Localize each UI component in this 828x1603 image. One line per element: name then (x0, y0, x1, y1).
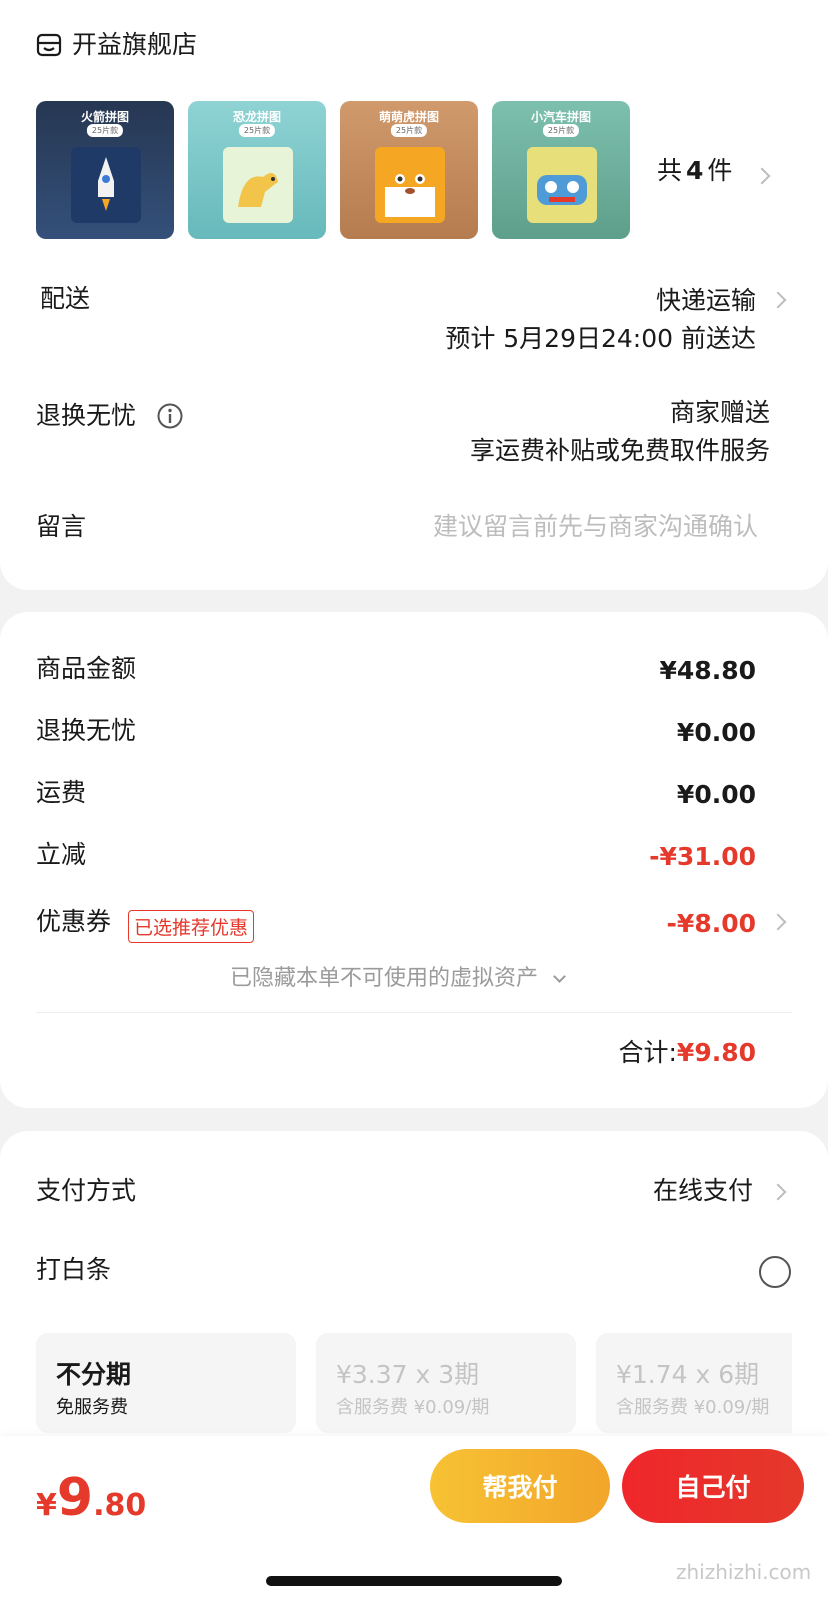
store-icon (36, 33, 62, 57)
product-sub: 25片款 (238, 124, 276, 137)
installment-6: ¥1.74 x 6期 含服务费 ¥0.09/期 (596, 1333, 792, 1433)
hidden-assets-note[interactable]: 已隐藏本单不可使用的虚拟资产 (230, 966, 566, 991)
baitiao-radio[interactable] (759, 1256, 791, 1288)
product-sub: 25片款 (390, 124, 428, 137)
footer-price-int: 9 (56, 1468, 94, 1528)
chevron-right-icon (753, 167, 771, 185)
car-box-image (527, 147, 597, 223)
footer-price: ¥9.80 (36, 1468, 146, 1528)
product-count-unit: 件 (707, 156, 733, 185)
installment-sub: 含服务费 ¥0.09/期 (616, 1397, 770, 1418)
chevron-right-icon (769, 291, 787, 309)
message-label: 留言 (36, 512, 87, 541)
coupon-value[interactable]: -¥8.00 (667, 909, 756, 938)
product-sub: 25片款 (86, 124, 124, 137)
summary-value-discount: -¥31.00 (649, 842, 756, 871)
return-service-desc: 享运费补贴或免费取件服务 (469, 436, 770, 465)
chevron-right-icon (769, 1183, 787, 1201)
hidden-assets-text: 已隐藏本单不可使用的虚拟资产 (230, 966, 539, 991)
watermark: zhizhizhi.com (676, 1560, 812, 1584)
total-value: ¥9.80 (676, 1038, 756, 1067)
summary-value-return: ¥0.00 (676, 718, 756, 747)
price-summary-card: 商品金额 ¥48.80 退换无忧 ¥0.00 运费 ¥0.00 立减 -¥31.… (0, 612, 828, 1108)
payment-method[interactable]: 在线支付 (653, 1178, 753, 1203)
footer-price-dec: .80 (93, 1488, 147, 1523)
delivery-label: 配送 (40, 284, 91, 313)
installment-none[interactable]: 不分期 免服务费 (36, 1333, 296, 1433)
payment-label: 支付方式 (36, 1176, 137, 1205)
summary-label-goods: 商品金额 (36, 654, 137, 683)
product-title: 火箭拼图 (80, 110, 129, 124)
coupon-label: 优惠券 (36, 907, 112, 936)
tiger-box-image (375, 147, 445, 223)
store-name[interactable]: 开益旗舰店 (72, 32, 197, 57)
installment-title: ¥3.37 x 3期 (336, 1360, 480, 1389)
product-thumb-rocket[interactable]: 火箭拼图 25片款 (36, 101, 174, 239)
info-icon[interactable] (156, 402, 184, 430)
baitiao-label: 打白条 (36, 1255, 112, 1284)
summary-label-return: 退换无忧 (36, 716, 137, 745)
order-card: 开益旗舰店 火箭拼图 25片款 恐龙拼图 25片款 萌萌虎拼图 25片款 小汽车… (0, 0, 828, 590)
message-input[interactable]: 建议留言前先与商家沟通确认 (433, 514, 758, 539)
summary-label-discount: 立减 (36, 840, 87, 869)
chevron-down-icon (553, 970, 566, 983)
summary-label-shipping: 运费 (36, 778, 87, 807)
installment-3: ¥3.37 x 3期 含服务费 ¥0.09/期 (316, 1333, 576, 1433)
product-thumb-dinosaur[interactable]: 恐龙拼图 25片款 (188, 101, 326, 239)
chevron-right-icon (769, 913, 787, 931)
return-service-value: 商家赠送 (669, 398, 770, 427)
product-title: 萌萌虎拼图 (378, 110, 439, 124)
help-pay-button[interactable]: 帮我付 (430, 1449, 610, 1523)
product-title: 小汽车拼图 (530, 110, 591, 124)
total-row: 合计:¥9.80 (618, 1040, 756, 1065)
delivery-eta: 预计 5月29日24:00 前送达 (445, 324, 756, 353)
divider (36, 1012, 792, 1013)
product-sub: 25片款 (542, 124, 580, 137)
delivery-method[interactable]: 快递运输 (656, 288, 756, 313)
installment-title: 不分期 (56, 1360, 132, 1389)
total-label: 合计: (618, 1038, 677, 1067)
installment-sub: 免服务费 (56, 1397, 128, 1418)
product-title: 恐龙拼图 (232, 110, 281, 124)
summary-value-shipping: ¥0.00 (676, 780, 756, 809)
product-count-label: 共 (657, 156, 683, 185)
footer-currency: ¥ (36, 1488, 57, 1523)
dinosaur-box-image (223, 147, 293, 223)
rocket-box-image (71, 147, 141, 223)
product-thumb-tiger[interactable]: 萌萌虎拼图 25片款 (340, 101, 478, 239)
self-pay-button[interactable]: 自己付 (622, 1449, 804, 1523)
installment-title: ¥1.74 x 6期 (616, 1360, 760, 1389)
installment-sub: 含服务费 ¥0.09/期 (336, 1397, 490, 1418)
coupon-tag: 已选推荐优惠 (128, 910, 255, 943)
product-count-number: 4 (686, 156, 704, 185)
return-service-label: 退换无忧 (36, 401, 137, 430)
product-thumb-car[interactable]: 小汽车拼图 25片款 (492, 101, 630, 239)
product-count[interactable]: 共4件 (657, 158, 732, 183)
summary-value-goods: ¥48.80 (659, 656, 756, 685)
home-indicator (266, 1576, 562, 1586)
